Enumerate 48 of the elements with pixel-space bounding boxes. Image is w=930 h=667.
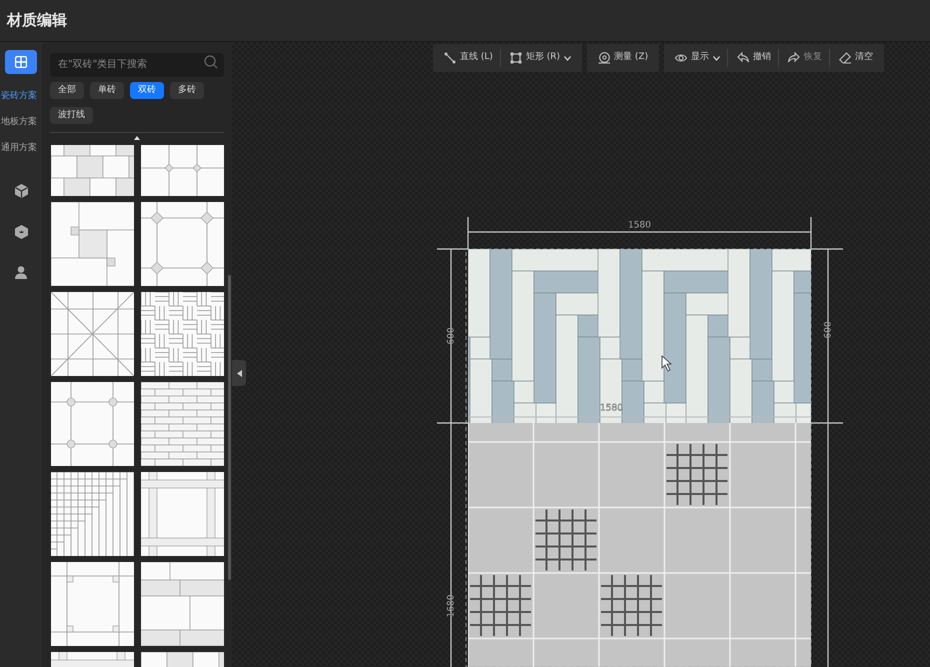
filter-chip[interactable]: 双砖 — [130, 82, 164, 99]
user-icon[interactable] — [15, 266, 27, 279]
mouse-cursor-icon — [662, 355, 672, 372]
dimension-label: 600 — [823, 321, 834, 339]
tile-pattern-thumbnail[interactable] — [141, 292, 224, 376]
filter-chip[interactable]: 多砖 — [170, 82, 204, 99]
window-title: 材质编辑 — [7, 10, 67, 32]
tool-button[interactable]: 测量 (Z) — [591, 49, 656, 67]
dimension-label: 1580 — [628, 220, 651, 230]
grid-icon — [15, 56, 27, 68]
tile-pattern-thumbnail[interactable] — [141, 472, 224, 556]
tile-pattern-thumbnail[interactable] — [51, 292, 134, 376]
undo-icon — [737, 52, 750, 64]
eraser-icon — [839, 52, 852, 64]
tile-pattern-thumbnail[interactable] — [51, 472, 134, 556]
tape-measure-icon — [598, 52, 610, 64]
filter-chip[interactable]: 单砖 — [90, 82, 124, 99]
tool-button[interactable]: 直线 (L) — [437, 49, 501, 67]
tile-pattern-thumbnail[interactable] — [141, 202, 224, 286]
hexagon-icon[interactable] — [14, 225, 28, 239]
tool-button[interactable]: 撤销 — [730, 49, 780, 67]
filter-chip[interactable]: 全部 — [50, 82, 84, 99]
tool-button[interactable]: 清空 — [832, 49, 880, 67]
rectangle-icon — [510, 52, 522, 64]
tile-scheme-button[interactable] — [5, 50, 37, 74]
dimension-label: 600 — [446, 327, 456, 345]
dimension-label: 1680 — [446, 594, 456, 618]
tile-pattern-thumbnail[interactable] — [141, 562, 224, 646]
collapse-up-icon[interactable] — [134, 136, 140, 140]
redo-icon — [788, 52, 800, 64]
search-field[interactable]: 在"双砖"类目下搜索 — [50, 52, 224, 76]
filter-chip[interactable]: 波打线 — [50, 107, 93, 124]
tile-pattern-thumbnail[interactable] — [141, 382, 224, 466]
line-tool-icon — [444, 52, 456, 64]
tool-button[interactable]: 显示 — [668, 49, 728, 67]
tile-pattern-thumbnail[interactable] — [51, 382, 134, 466]
scrollbar[interactable] — [228, 275, 231, 580]
caret-left-icon — [236, 370, 242, 376]
search-icon[interactable] — [204, 55, 218, 69]
tool-button[interactable]: 矩形 (R) — [502, 49, 578, 67]
tile-pattern-thumbnail[interactable] — [51, 202, 134, 286]
scheme-tab[interactable]: 地板方案 — [0, 110, 42, 136]
tile-pattern-thumbnail[interactable] — [51, 562, 134, 646]
scheme-tab[interactable]: 瓷砖方案 — [0, 84, 42, 110]
scheme-tab[interactable]: 通用方案 — [0, 136, 42, 162]
cube-icon[interactable] — [14, 184, 28, 198]
panel-collapse-handle[interactable] — [232, 360, 246, 386]
eye-icon — [675, 52, 688, 64]
